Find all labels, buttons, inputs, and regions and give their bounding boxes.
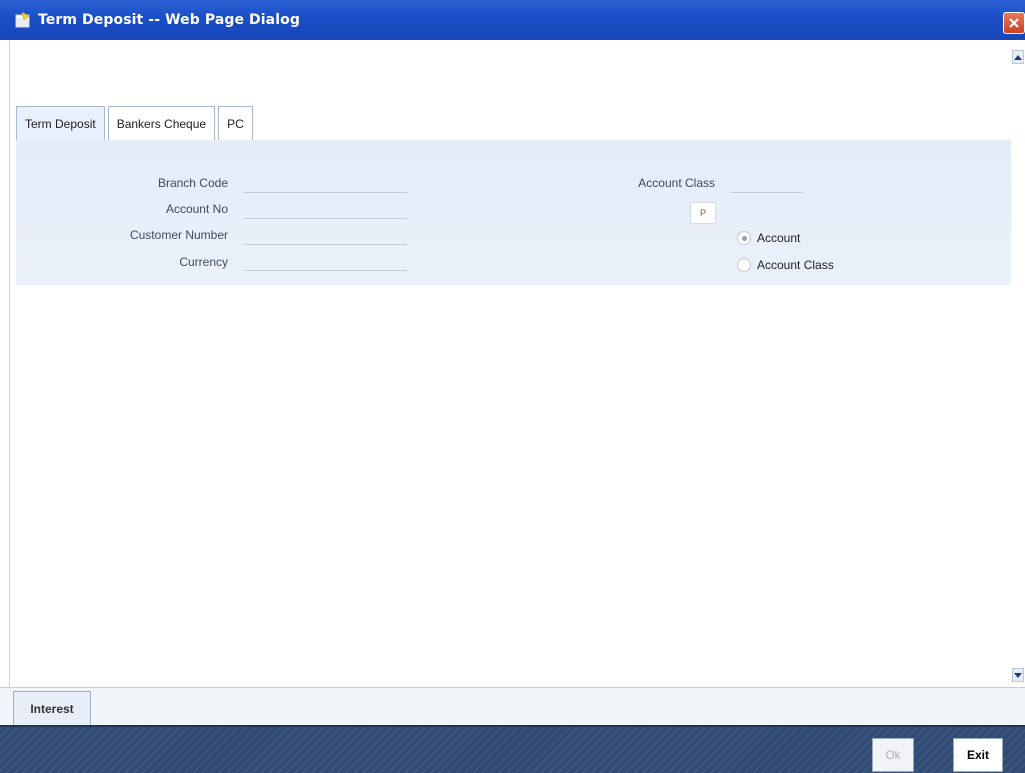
vertical-scrollbar[interactable]: [1011, 40, 1025, 687]
lookup-button[interactable]: P: [690, 202, 716, 224]
close-icon: [1009, 18, 1019, 28]
window-left-edge: [0, 40, 10, 725]
branch-code-label: Branch Code: [157, 176, 228, 190]
currency-label: Currency: [179, 255, 228, 269]
tab-bankers-cheque[interactable]: Bankers Cheque: [107, 106, 216, 140]
tab-strip: Term Deposit Bankers Cheque PC: [16, 106, 256, 140]
radio-account-circle[interactable]: [737, 231, 751, 245]
customer-number-field[interactable]: [244, 244, 407, 245]
tab-term-deposit[interactable]: Term Deposit: [16, 106, 105, 140]
account-class-label: Account Class: [638, 176, 715, 190]
window-titlebar: Term Deposit -- Web Page Dialog: [0, 0, 1025, 40]
radio-account-class[interactable]: Account Class: [737, 258, 834, 272]
exit-button[interactable]: Exit: [953, 738, 1003, 772]
bottom-tab-bar: [0, 687, 1025, 725]
account-class-field[interactable]: [731, 192, 803, 193]
branch-code-field[interactable]: [244, 192, 407, 193]
close-button[interactable]: [1003, 12, 1025, 34]
currency-field[interactable]: [244, 270, 407, 271]
scroll-down-arrow-icon[interactable]: [1012, 668, 1024, 682]
scroll-up-arrow-icon[interactable]: [1012, 50, 1024, 64]
tab-pc[interactable]: PC: [218, 106, 253, 140]
customer-number-label: Customer Number: [129, 228, 228, 242]
window-title: Term Deposit -- Web Page Dialog: [38, 12, 300, 28]
account-no-label: Account No: [165, 202, 228, 216]
radio-account-class-circle[interactable]: [737, 258, 751, 272]
ok-button[interactable]: Ok: [872, 738, 914, 772]
radio-account-label: Account: [757, 231, 801, 245]
page-dialog-icon: [14, 11, 32, 29]
radio-account[interactable]: Account: [737, 231, 800, 245]
radio-account-class-label: Account Class: [757, 258, 834, 272]
interest-button[interactable]: Interest: [13, 691, 91, 725]
account-no-field[interactable]: [244, 218, 407, 219]
